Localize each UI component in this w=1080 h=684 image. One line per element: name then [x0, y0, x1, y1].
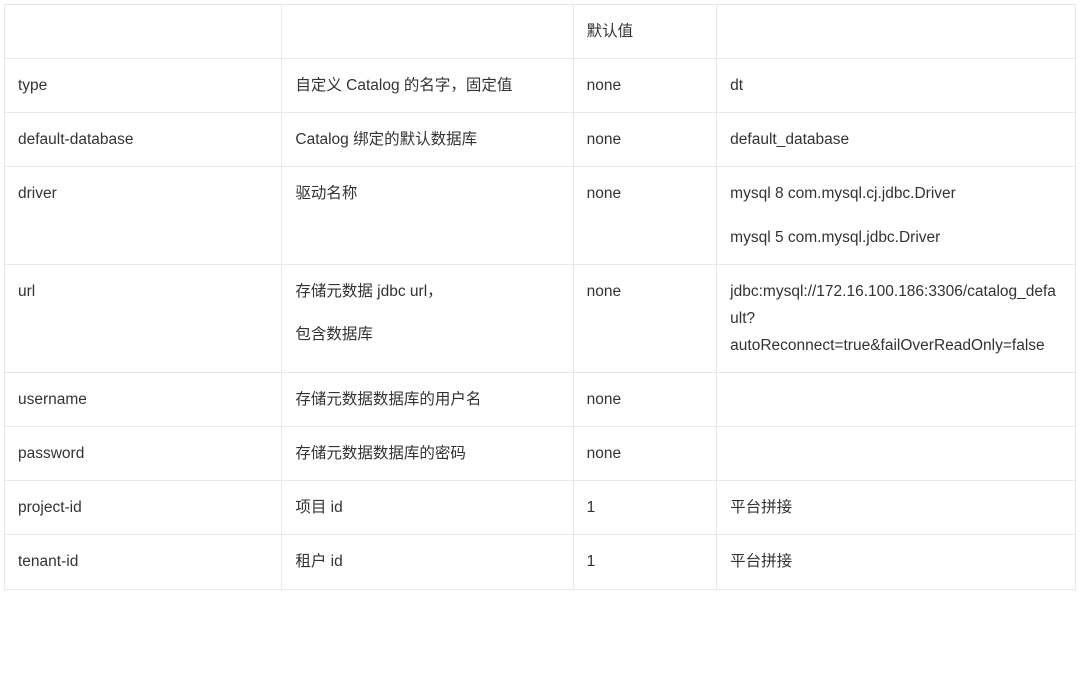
cell-default: 1: [573, 535, 717, 589]
table-header-row: 默认值: [5, 5, 1076, 59]
cell-name: default-database: [5, 113, 282, 167]
header-default: 默认值: [573, 5, 717, 59]
cell-desc: 自定义 Catalog 的名字，固定值: [282, 59, 573, 113]
cell-example: mysql 8 com.mysql.cj.jdbc.Driver mysql 5 …: [717, 167, 1076, 264]
cell-example: 平台拼接: [717, 535, 1076, 589]
header-example: [717, 5, 1076, 59]
cell-desc: 驱动名称: [282, 167, 573, 264]
cell-example: [717, 373, 1076, 427]
header-name: [5, 5, 282, 59]
desc-line: 包含数据库: [295, 321, 559, 348]
cell-desc: 存储元数据数据库的密码: [282, 427, 573, 481]
cell-default: none: [573, 167, 717, 264]
table-row: project-id项目 id1平台拼接: [5, 481, 1076, 535]
cell-default: none: [573, 113, 717, 167]
config-table: 默认值 type自定义 Catalog 的名字，固定值nonedtdefault…: [4, 4, 1076, 590]
cell-name: tenant-id: [5, 535, 282, 589]
cell-desc: 存储元数据数据库的用户名: [282, 373, 573, 427]
table-row: default-databaseCatalog 绑定的默认数据库nonedefa…: [5, 113, 1076, 167]
table-row: type自定义 Catalog 的名字，固定值nonedt: [5, 59, 1076, 113]
cell-default: none: [573, 264, 717, 372]
cell-desc: 项目 id: [282, 481, 573, 535]
cell-desc: 存储元数据 jdbc url， 包含数据库: [282, 264, 573, 372]
cell-default: none: [573, 373, 717, 427]
table-row: driver驱动名称nonemysql 8 com.mysql.cj.jdbc.…: [5, 167, 1076, 264]
header-desc: [282, 5, 573, 59]
cell-name: driver: [5, 167, 282, 264]
cell-example: dt: [717, 59, 1076, 113]
cell-default: none: [573, 59, 717, 113]
cell-name: type: [5, 59, 282, 113]
cell-default: 1: [573, 481, 717, 535]
cell-name: username: [5, 373, 282, 427]
table-row: url 存储元数据 jdbc url， 包含数据库 nonejdbc:mysql://…: [5, 264, 1076, 372]
cell-name: project-id: [5, 481, 282, 535]
example-line: mysql 5 com.mysql.jdbc.Driver: [730, 224, 1062, 251]
cell-name: password: [5, 427, 282, 481]
cell-example: jdbc:mysql://172.16.100.186:3306/catalog…: [717, 264, 1076, 372]
table-row: tenant-id租户 id1平台拼接: [5, 535, 1076, 589]
cell-default: none: [573, 427, 717, 481]
table-row: password存储元数据数据库的密码none: [5, 427, 1076, 481]
example-line: mysql 8 com.mysql.cj.jdbc.Driver: [730, 180, 1062, 207]
cell-example: default_database: [717, 113, 1076, 167]
table-body: type自定义 Catalog 的名字，固定值nonedtdefault-dat…: [5, 59, 1076, 589]
cell-name: url: [5, 264, 282, 372]
table-row: username存储元数据数据库的用户名none: [5, 373, 1076, 427]
cell-example: [717, 427, 1076, 481]
cell-desc: 租户 id: [282, 535, 573, 589]
cell-desc: Catalog 绑定的默认数据库: [282, 113, 573, 167]
desc-line: 存储元数据 jdbc url，: [295, 278, 559, 305]
cell-example: 平台拼接: [717, 481, 1076, 535]
